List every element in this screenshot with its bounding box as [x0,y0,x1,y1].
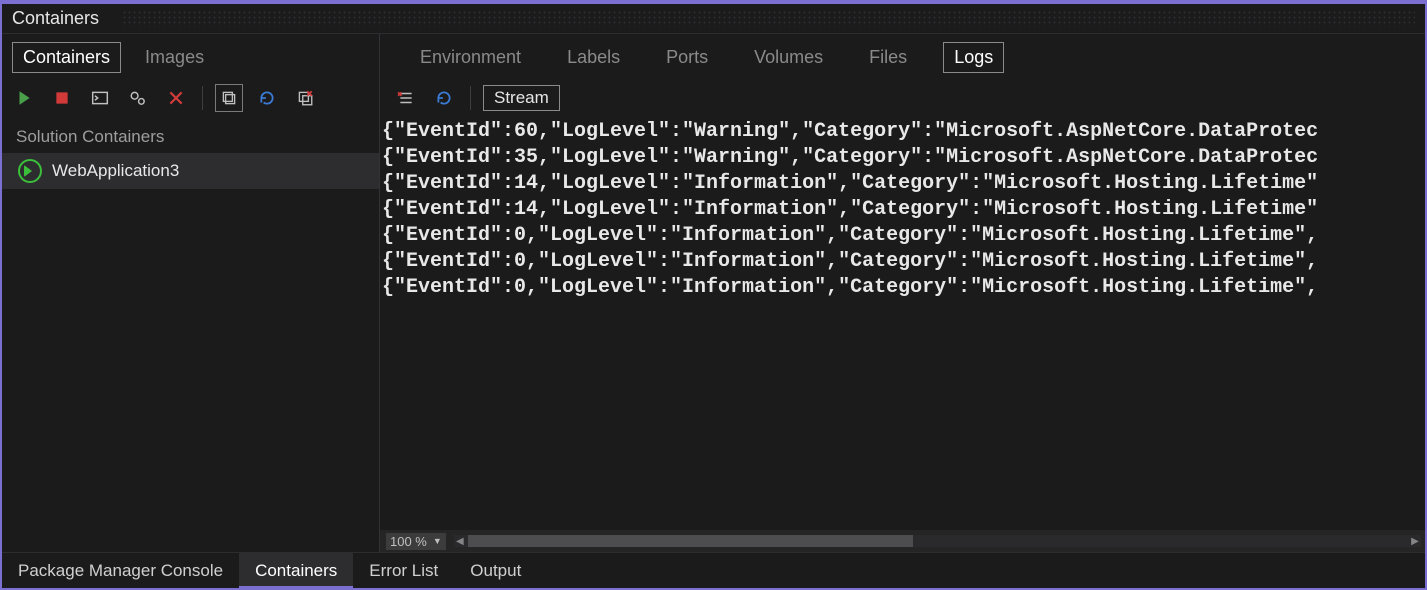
right-tabs: Environment Labels Ports Volumes Files L… [380,34,1425,79]
scroll-left-arrow-icon[interactable]: ◀ [454,535,466,547]
log-text[interactable]: {"EventId":60,"LogLevel":"Warning","Cate… [380,117,1425,303]
play-icon [15,89,33,107]
prune-icon [296,89,314,107]
stop-button[interactable] [48,84,76,112]
bottom-tab-containers[interactable]: Containers [239,553,353,588]
prune-button[interactable] [291,84,319,112]
clear-icon [397,89,415,107]
section-label: Solution Containers [2,117,379,153]
copy-icon [220,89,238,107]
horizontal-scrollbar[interactable]: ◀ ▶ [454,535,1421,547]
tab-volumes[interactable]: Volumes [744,43,833,72]
copy-button[interactable] [215,84,243,112]
panel-title: Containers [12,8,105,29]
refresh-button[interactable] [253,84,281,112]
stream-toggle[interactable]: Stream [483,85,560,111]
gears-icon [129,89,147,107]
running-icon [16,159,40,183]
zoom-select[interactable]: 100 % ▼ [386,533,446,550]
refresh-icon [435,89,453,107]
stop-icon [53,89,71,107]
bottom-tab-output[interactable]: Output [454,553,537,588]
left-pane: Containers Images [2,34,380,552]
right-pane: Environment Labels Ports Volumes Files L… [380,34,1425,552]
container-item-label: WebApplication3 [52,161,179,181]
subtab-images[interactable]: Images [135,43,214,72]
refresh-logs-button[interactable] [430,84,458,112]
log-viewport: {"EventId":60,"LogLevel":"Warning","Cate… [380,117,1425,530]
containers-tool-window: Containers Containers Images [0,0,1427,590]
zoom-value: 100 % [390,534,427,549]
tab-environment[interactable]: Environment [410,43,531,72]
subtab-containers[interactable]: Containers [12,42,121,73]
settings-button[interactable] [124,84,152,112]
scroll-right-arrow-icon[interactable]: ▶ [1409,535,1421,547]
zoom-bar: 100 % ▼ ◀ ▶ [380,530,1425,552]
toolbar-separator [202,86,203,110]
x-icon [167,89,185,107]
containers-list: WebApplication3 [2,153,379,552]
left-toolbar [2,79,379,117]
bottom-tab-errorlist[interactable]: Error List [353,553,454,588]
refresh-icon [258,89,276,107]
panel-titlebar[interactable]: Containers [2,4,1425,34]
left-subtabs: Containers Images [2,34,379,79]
panel-grip[interactable] [122,10,1415,27]
tab-labels[interactable]: Labels [557,43,630,72]
terminal-icon [91,89,109,107]
container-item-webapplication3[interactable]: WebApplication3 [2,153,379,189]
tab-logs[interactable]: Logs [943,42,1004,73]
terminal-button[interactable] [86,84,114,112]
start-button[interactable] [10,84,38,112]
chevron-down-icon: ▼ [433,536,442,546]
scrollbar-thumb[interactable] [468,535,913,547]
tab-ports[interactable]: Ports [656,43,718,72]
right-toolbar: Stream [380,79,1425,117]
tab-files[interactable]: Files [859,43,917,72]
bottom-tab-strip: Package Manager Console Containers Error… [2,552,1425,588]
bottom-tab-pmc[interactable]: Package Manager Console [2,553,239,588]
remove-button[interactable] [162,84,190,112]
toolbar-separator [470,86,471,110]
clear-logs-button[interactable] [392,84,420,112]
